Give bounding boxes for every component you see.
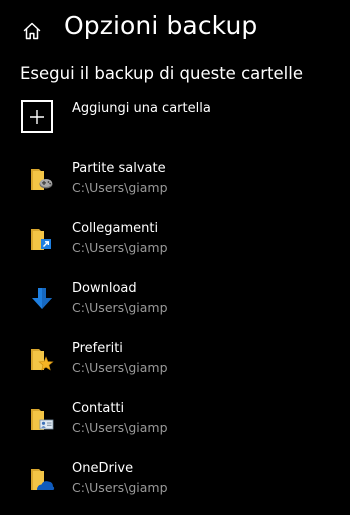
home-button[interactable] <box>16 16 48 46</box>
folder-path: C:\Users\giamp <box>72 240 168 255</box>
favorites-folder-icon <box>31 349 54 371</box>
folder-name: Contatti <box>72 401 125 416</box>
folder-item-links[interactable]: Collegamenti C:\Users\giamp <box>20 215 340 275</box>
saved-games-folder-icon <box>31 169 53 190</box>
folder-path: C:\Users\giamp <box>72 180 168 195</box>
folder-list: Partite salvate C:\Users\giamp Collegame… <box>20 155 340 515</box>
folder-item-saved-games[interactable]: Partite salvate C:\Users\giamp <box>20 155 340 215</box>
onedrive-folder-icon <box>31 469 55 490</box>
page-title: Opzioni backup <box>64 11 258 40</box>
folder-name: Download <box>72 281 137 296</box>
folder-path: C:\Users\giamp <box>72 480 168 495</box>
folder-name: Preferiti <box>72 341 123 356</box>
contacts-folder-icon <box>31 409 54 430</box>
add-folder-label: Aggiungi una cartella <box>72 101 211 116</box>
folder-path: C:\Users\giamp <box>72 420 168 435</box>
plus-icon <box>30 109 44 124</box>
folder-name: Partite salvate <box>72 161 166 176</box>
folder-name: OneDrive <box>72 461 134 476</box>
folder-item-contacts[interactable]: Contatti C:\Users\giamp <box>20 395 340 455</box>
folder-path: C:\Users\giamp <box>72 360 168 375</box>
folder-item-onedrive[interactable]: OneDrive C:\Users\giamp <box>20 455 340 515</box>
folder-name: Collegamenti <box>72 221 159 236</box>
links-folder-icon <box>31 229 51 250</box>
add-folder-box[interactable] <box>21 100 53 133</box>
header: Opzioni backup <box>0 0 350 60</box>
folder-item-download[interactable]: Download C:\Users\giamp <box>20 275 340 335</box>
folder-item-favorites[interactable]: Preferiti C:\Users\giamp <box>20 335 340 395</box>
section-title: Esegui il backup di queste cartelle <box>20 64 303 83</box>
home-icon <box>23 22 41 40</box>
add-folder-button[interactable]: Aggiungi una cartella <box>20 99 340 141</box>
folder-path: C:\Users\giamp <box>72 300 168 315</box>
download-arrow-icon <box>32 288 52 309</box>
